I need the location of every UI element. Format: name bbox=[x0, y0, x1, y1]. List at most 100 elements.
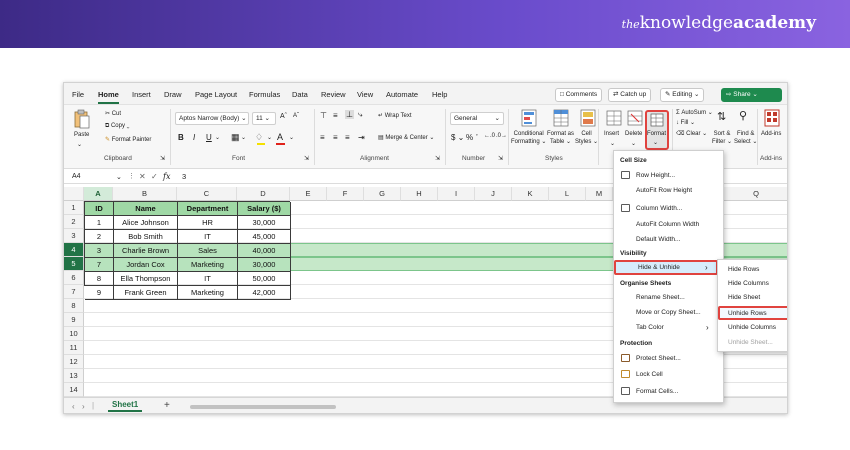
row-header[interactable]: 10 bbox=[64, 327, 84, 341]
table-cell[interactable]: 42,000 bbox=[238, 286, 291, 300]
font-color-dropdown-icon[interactable]: ⌄ bbox=[289, 134, 294, 141]
row-header[interactable]: 3 bbox=[64, 229, 84, 243]
table-cell[interactable]: Ella Thompson bbox=[114, 272, 178, 286]
bold-icon[interactable]: B bbox=[178, 133, 184, 142]
menu-page-layout[interactable]: Page Layout bbox=[195, 90, 237, 99]
menu-help[interactable]: Help bbox=[432, 90, 447, 99]
find-select-button[interactable]: Find & Select ⌄ bbox=[734, 130, 757, 146]
name-box[interactable]: A4 bbox=[72, 173, 81, 180]
table-cell[interactable]: Frank Green bbox=[114, 286, 178, 300]
insert-cells-button[interactable]: Insert bbox=[604, 131, 619, 137]
find-select-icon[interactable]: ⚲ bbox=[739, 109, 747, 122]
row-header[interactable]: 7 bbox=[64, 285, 84, 299]
align-top-icon[interactable]: ⊤ bbox=[320, 111, 327, 120]
insert-dropdown-icon[interactable]: ⌄ bbox=[610, 140, 615, 147]
sheet-nav-next-icon[interactable]: › bbox=[82, 402, 85, 411]
submenu-unhide-rows[interactable]: Unhide Rows bbox=[718, 306, 787, 320]
copy-button[interactable]: ⧉ Copy ⌄ bbox=[105, 123, 129, 130]
table-cell[interactable]: 30,000 bbox=[238, 258, 291, 272]
menu-item-autofit-column[interactable]: AutoFit Column Width bbox=[636, 221, 699, 228]
increase-decimal-icon[interactable]: ←.0 bbox=[484, 133, 495, 139]
menu-draw[interactable]: Draw bbox=[164, 90, 182, 99]
table-cell[interactable]: 30,000 bbox=[238, 216, 291, 230]
row-header[interactable]: 14 bbox=[64, 383, 84, 397]
menu-item-column-width[interactable]: Column Width... bbox=[636, 205, 682, 212]
sheet-tab-sheet1[interactable]: Sheet1 bbox=[108, 400, 143, 412]
row-header[interactable]: 1 bbox=[64, 201, 84, 215]
conditional-formatting-icon[interactable] bbox=[521, 109, 537, 127]
column-header[interactable]: E bbox=[290, 187, 327, 201]
menu-file[interactable]: File bbox=[72, 90, 84, 99]
row-header[interactable]: 9 bbox=[64, 313, 84, 327]
add-ins-button[interactable]: Add-ins bbox=[761, 131, 781, 137]
cancel-icon[interactable]: ✕ bbox=[139, 172, 146, 181]
horizontal-scrollbar[interactable] bbox=[190, 405, 336, 409]
fill-color-dropdown-icon[interactable]: ⌄ bbox=[267, 134, 272, 141]
percent-icon[interactable]: % bbox=[466, 133, 473, 142]
menu-item-default-width[interactable]: Default Width... bbox=[636, 236, 680, 243]
menu-item-format-cells[interactable]: Format Cells... bbox=[636, 388, 678, 395]
table-cell[interactable]: 9 bbox=[85, 286, 114, 300]
table-cell[interactable]: 3 bbox=[85, 244, 114, 258]
underline-dropdown-icon[interactable]: ⌄ bbox=[215, 134, 220, 141]
table-cell[interactable]: 50,000 bbox=[238, 272, 291, 286]
table-header-cell[interactable]: ID bbox=[85, 202, 114, 216]
table-cell[interactable]: 7 bbox=[85, 258, 114, 272]
font-name-select[interactable]: Aptos Narrow (Body) ⌄ bbox=[175, 112, 249, 125]
menu-review[interactable]: Review bbox=[321, 90, 346, 99]
menu-item-protect-sheet[interactable]: Protect Sheet... bbox=[636, 355, 681, 362]
row-header[interactable]: 5 bbox=[64, 257, 84, 271]
select-all-corner[interactable] bbox=[64, 187, 84, 201]
number-launcher-icon[interactable]: ⇲ bbox=[498, 155, 503, 162]
clipboard-launcher-icon[interactable]: ⇲ bbox=[160, 155, 165, 162]
borders-dropdown-icon[interactable]: ⌄ bbox=[241, 134, 246, 141]
column-header[interactable]: L bbox=[549, 187, 586, 201]
sheet-nav-prev-icon[interactable]: ‹ bbox=[72, 402, 75, 411]
insert-function-icon[interactable]: fx bbox=[163, 172, 170, 181]
clear-button[interactable]: ⌫ Clear ⌄ bbox=[676, 130, 707, 137]
increase-font-icon[interactable]: Aˆ bbox=[280, 113, 287, 120]
menu-item-rename-sheet[interactable]: Rename Sheet... bbox=[636, 294, 685, 301]
format-button[interactable]: Format ⌄ bbox=[645, 110, 669, 150]
italic-icon[interactable]: I bbox=[193, 133, 195, 142]
menu-data[interactable]: Data bbox=[292, 90, 308, 99]
menu-formulas[interactable]: Formulas bbox=[249, 90, 280, 99]
align-left-icon[interactable]: ≡ bbox=[320, 133, 325, 142]
name-box-dropdown-icon[interactable]: ⌄ bbox=[116, 173, 122, 181]
editing-button[interactable]: ✎ Editing ⌄ bbox=[660, 88, 705, 102]
delete-cells-button[interactable]: Delete bbox=[625, 131, 642, 137]
table-cell[interactable]: Alice Johnson bbox=[114, 216, 178, 230]
table-cell[interactable]: Marketing bbox=[178, 258, 238, 272]
formula-options-icon[interactable]: ⋮ bbox=[128, 172, 135, 180]
menu-item-hide-unhide[interactable]: Hide & Unhide › bbox=[614, 260, 718, 275]
menu-item-row-height[interactable]: Row Height... bbox=[636, 172, 675, 179]
paste-dropdown-icon[interactable]: ⌄ bbox=[77, 141, 82, 148]
column-header[interactable]: J bbox=[475, 187, 512, 201]
column-header[interactable]: D bbox=[237, 187, 290, 201]
format-as-table-icon[interactable] bbox=[553, 109, 569, 127]
table-cell[interactable]: IT bbox=[178, 272, 238, 286]
column-header[interactable]: I bbox=[438, 187, 475, 201]
catchup-button[interactable]: ⇄ Catch up bbox=[608, 88, 652, 102]
table-cell[interactable]: 40,000 bbox=[238, 244, 291, 258]
decrease-decimal-icon[interactable]: .0→ bbox=[496, 133, 507, 139]
submenu-hide-sheet[interactable]: Hide Sheet bbox=[728, 294, 760, 301]
align-middle-icon[interactable]: ≡ bbox=[333, 111, 338, 120]
paste-icon[interactable] bbox=[74, 109, 90, 129]
delete-cells-icon[interactable] bbox=[627, 110, 643, 126]
row-header[interactable]: 4 bbox=[64, 243, 84, 257]
fill-color-icon[interactable]: ♢ bbox=[255, 132, 263, 143]
row-header[interactable]: 12 bbox=[64, 355, 84, 369]
table-cell[interactable]: Sales bbox=[178, 244, 238, 258]
format-as-table-button[interactable]: Format as Table ⌄ bbox=[547, 130, 574, 146]
table-header-cell[interactable]: Name bbox=[114, 202, 178, 216]
insert-cells-icon[interactable] bbox=[606, 110, 622, 126]
table-cell[interactable]: Charlie Brown bbox=[114, 244, 178, 258]
table-cell[interactable]: Marketing bbox=[178, 286, 238, 300]
cut-button[interactable]: ✂ Cut bbox=[105, 110, 121, 117]
cell-styles-icon[interactable] bbox=[580, 109, 596, 127]
format-painter-button[interactable]: ✎ Format Painter bbox=[105, 136, 151, 143]
row-header[interactable]: 11 bbox=[64, 341, 84, 355]
alignment-launcher-icon[interactable]: ⇲ bbox=[435, 155, 440, 162]
borders-icon[interactable]: ▦ bbox=[231, 132, 240, 143]
